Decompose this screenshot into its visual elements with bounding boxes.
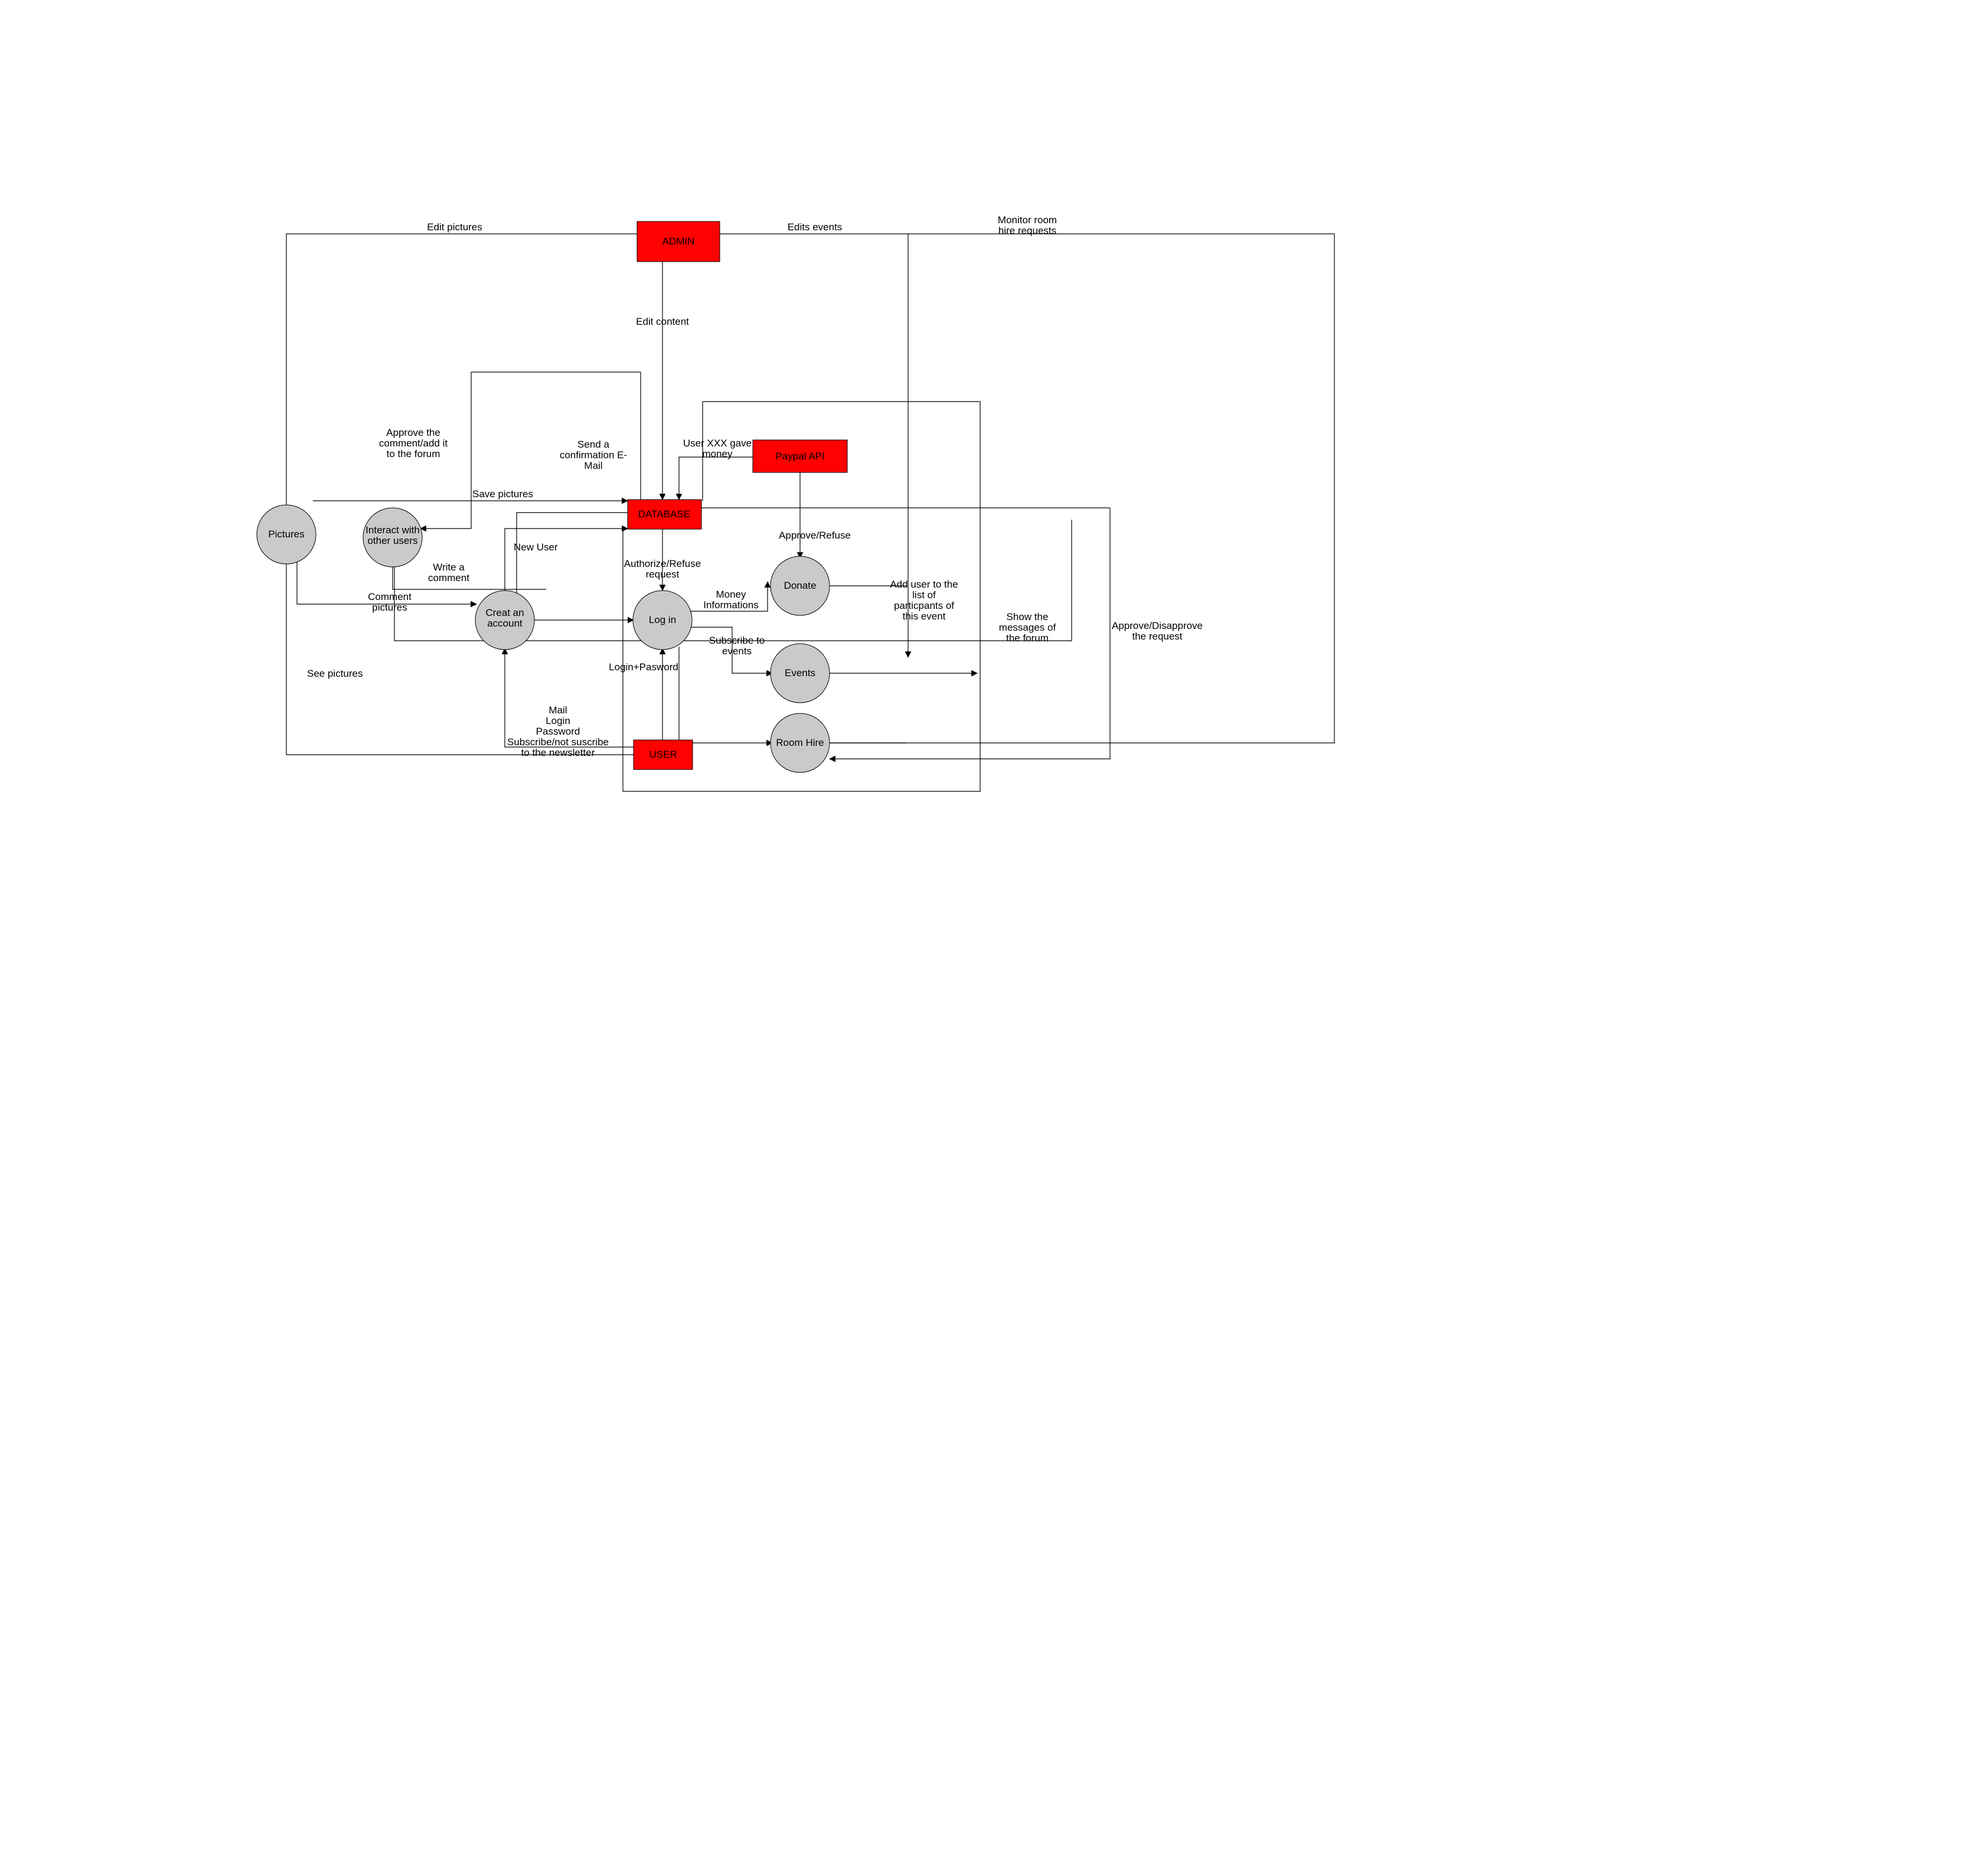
node-login: Log in — [633, 591, 692, 650]
label-edit-pictures: Edit pictures — [427, 221, 482, 233]
label-money-info-2: Informations — [703, 599, 759, 611]
label-user-gave-2: money — [702, 448, 733, 459]
label-subscribe-1: Subscribe to — [709, 635, 765, 646]
label-approve-comment-1: Approve the — [386, 427, 440, 438]
label-show-messages-1: Show the — [1007, 611, 1049, 622]
edge-edit-pictures — [286, 234, 637, 513]
node-database: DATABASE — [628, 500, 701, 529]
label-add-user-4: this event — [903, 611, 946, 622]
label-user-details-1: Mail — [549, 705, 567, 716]
label-add-user-2: list of — [912, 589, 936, 601]
label-write-comment-1: Write a — [433, 562, 465, 573]
label-write-comment-2: comment — [428, 572, 469, 583]
node-interact: Interact with other users — [363, 508, 422, 567]
label-monitor-room-2: hire requests — [998, 225, 1056, 236]
label-comment-pictures-1: Comment — [368, 591, 412, 602]
edge-write-comment — [393, 559, 546, 589]
label-show-messages-2: messages of — [999, 622, 1056, 633]
node-donate-label: Donate — [784, 580, 817, 591]
label-edits-events: Edits events — [788, 221, 843, 233]
node-admin-label: ADMIN — [662, 236, 695, 247]
label-user-details-2: Login — [546, 715, 570, 726]
node-paypal-label: Paypal API — [775, 451, 824, 462]
node-admin: ADMIN — [637, 221, 720, 262]
node-interact-label-2: other users — [367, 535, 417, 546]
label-authorize-1: Authorize/Refuse — [624, 558, 701, 569]
node-create-label-1: Creat an — [485, 607, 524, 618]
node-events-label: Events — [785, 667, 815, 679]
node-login-label: Log in — [649, 614, 676, 625]
label-approve-comment-2: comment/add it — [379, 438, 448, 449]
edge-new-user — [505, 529, 628, 594]
edge-send-confirm — [517, 513, 636, 602]
label-user-details-4: Subscribe/not suscribe — [507, 736, 609, 748]
edge-login-to-roomhire — [679, 647, 772, 743]
node-database-label: DATABASE — [638, 508, 690, 520]
label-approve-request-1: Approve/Disapprove — [1112, 620, 1203, 631]
node-create-label-2: account — [487, 618, 523, 629]
label-user-details-5: to the newsletter — [521, 747, 595, 758]
node-events: Events — [771, 644, 830, 703]
node-donate: Donate — [771, 556, 830, 615]
edge-user-gave-money — [679, 457, 753, 500]
label-user-gave-1: User XXX gave — [683, 438, 752, 449]
node-pictures: Pictures — [257, 505, 316, 564]
label-send-confirm-1: Send a — [577, 439, 609, 450]
label-approve-refuse-money: Approve/Refuse — [779, 530, 851, 541]
node-pictures-label: Pictures — [268, 529, 304, 540]
label-approve-request-2: the request — [1132, 631, 1182, 642]
label-comment-pictures-2: pictures — [372, 602, 407, 613]
node-roomhire-label: Room Hire — [776, 737, 824, 748]
label-authorize-2: request — [646, 569, 680, 580]
label-monitor-room-1: Monitor room — [998, 214, 1057, 226]
label-new-user: New User — [514, 542, 558, 553]
label-login-password: Login+Pasword — [609, 661, 678, 673]
label-send-confirm-3: Mail — [584, 460, 602, 471]
node-create: Creat an account — [475, 591, 534, 650]
label-add-user-1: Add user to the — [890, 579, 958, 590]
label-subscribe-2: events — [722, 645, 752, 657]
node-user: USER — [634, 740, 693, 769]
label-approve-comment-3: to the forum — [387, 448, 440, 459]
node-roomhire: Room Hire — [771, 713, 830, 772]
edge-approve-request — [830, 508, 1110, 759]
label-user-details-3: Password — [536, 726, 580, 737]
node-paypal: Paypal API — [753, 440, 847, 472]
label-add-user-3: particpants of — [894, 600, 954, 611]
edge-see-pictures — [286, 557, 634, 755]
label-see-pictures: See pictures — [307, 668, 363, 679]
diagram-canvas: ADMIN Paypal API DATABASE USER Pictures … — [0, 0, 1988, 1875]
node-user-label: USER — [649, 749, 677, 760]
node-interact-label-1: Interact with — [365, 524, 420, 536]
label-money-info-1: Money — [716, 589, 746, 600]
label-edit-content: Edit content — [636, 316, 689, 327]
label-save-pictures: Save pictures — [472, 488, 533, 500]
label-send-confirm-2: confirmation E- — [560, 449, 627, 461]
label-show-messages-3: the forum — [1006, 632, 1049, 644]
